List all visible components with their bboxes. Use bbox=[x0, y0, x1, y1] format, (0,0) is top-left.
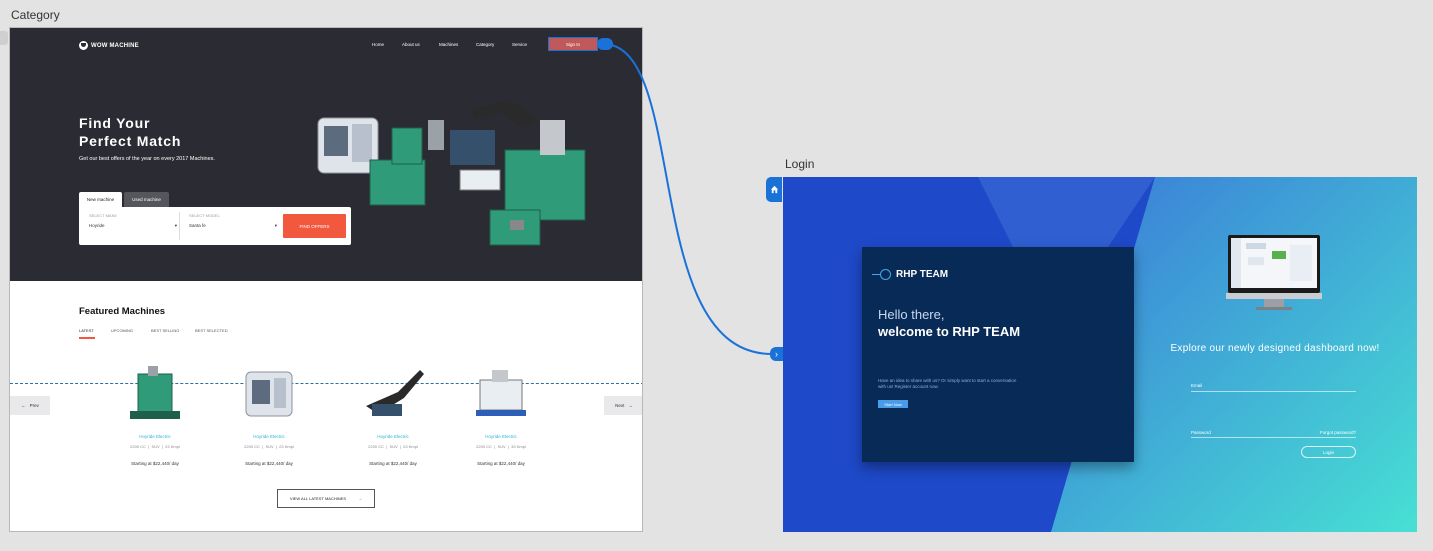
login-button[interactable]: Login bbox=[1301, 446, 1356, 458]
email-label: Email bbox=[1191, 383, 1203, 388]
forgot-password-link[interactable]: Forgot password? bbox=[1320, 430, 1356, 435]
chevron-right-icon[interactable]: › bbox=[770, 347, 783, 361]
home-icon[interactable] bbox=[766, 177, 782, 202]
login-artboard: RHP TEAM Hello there, welcome to RHP TEA… bbox=[783, 177, 1417, 532]
password-field[interactable] bbox=[1191, 437, 1356, 438]
email-field[interactable] bbox=[1191, 391, 1356, 392]
password-label: Password bbox=[1191, 430, 1211, 435]
card-edge bbox=[783, 177, 1417, 532]
explore-heading: Explore our newly designed dashboard now… bbox=[1170, 343, 1380, 354]
monitor-image bbox=[1226, 235, 1322, 313]
